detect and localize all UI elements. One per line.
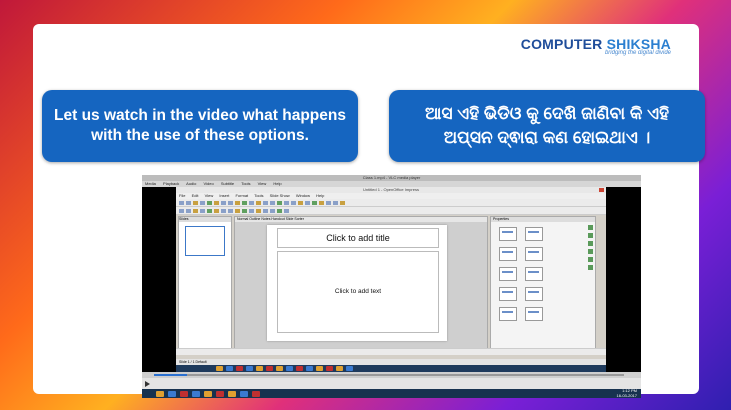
player-menu-item[interactable]: Subtitle — [221, 181, 234, 186]
close-icon — [599, 188, 604, 192]
standard-toolbar — [176, 199, 606, 207]
recorded-taskbar — [176, 365, 606, 372]
english-caption-bubble: Let us watch in the video what happens w… — [42, 90, 358, 162]
sidebar-icons — [588, 225, 594, 273]
title-placeholder: Click to add title — [277, 228, 439, 248]
slide-canvas: COMPUTER SHIKSHA bridging the digital di… — [33, 24, 705, 398]
layout-thumbnail — [525, 247, 543, 261]
app-menu-item: File — [179, 193, 186, 198]
app-title: Untitled 1 - OpenOffice Impress — [363, 187, 419, 192]
odia-caption-text: ଆସ ଏହି ଭିଡିଓ କୁ ଦେଖି ଜାଣିବା କି ଏହି ଅପ୍ସନ… — [424, 104, 669, 147]
layout-thumbnail — [525, 307, 543, 321]
player-menu-item[interactable]: Tools — [241, 181, 250, 186]
player-menu-item[interactable]: Help — [273, 181, 281, 186]
seek-track — [154, 374, 624, 376]
app-menu-item: Tools — [254, 193, 264, 198]
layout-thumbnail — [499, 267, 517, 281]
view-tabs: Normal Outline Notes Handout Slide Sorte… — [235, 217, 487, 222]
layout-thumbnail — [525, 227, 543, 241]
odia-caption-bubble: ଆସ ଏହି ଭିଡିଓ କୁ ଦେଖି ଜାଣିବା କି ଏହି ଅପ୍ସନ… — [389, 90, 705, 162]
drawing-toolbar — [176, 348, 606, 355]
app-menu-item: Slide Show — [269, 193, 290, 198]
player-menu-item[interactable]: View — [258, 181, 267, 186]
properties-pane: Properties — [490, 216, 596, 353]
app-menu-item: Edit — [191, 193, 199, 198]
layout-thumbnail — [525, 267, 543, 281]
clock: 1:12 PM 16-03-2017 — [616, 388, 637, 398]
play-icon[interactable] — [145, 381, 150, 387]
app-menu-item: Window — [295, 193, 311, 198]
slides-pane: Slides — [178, 216, 232, 353]
layout-thumbnail — [499, 287, 517, 301]
properties-header: Properties — [491, 217, 595, 222]
video-player[interactable]: Class 1.mp4 - VLC media player Media Pla… — [142, 175, 641, 389]
app-titlebar: Untitled 1 - OpenOffice Impress — [176, 187, 606, 193]
text-placeholder: Click to add text — [277, 251, 439, 333]
player-menu-item[interactable]: Playback — [163, 181, 179, 186]
app-menu-item: Insert — [219, 193, 230, 198]
clock-date: 16-03-2017 — [616, 392, 637, 398]
english-caption-text: Let us watch in the video what happens w… — [54, 107, 346, 144]
seek-progress — [154, 374, 187, 376]
player-controls — [142, 378, 641, 389]
slide-workspace: Normal Outline Notes Handout Slide Sorte… — [234, 216, 488, 353]
app-menu-item: Help — [316, 193, 325, 198]
impress-body: Slides Normal Outline Notes Handout Slid… — [176, 214, 606, 355]
slide-page: Click to add title Click to add text — [267, 225, 447, 341]
layout-thumbnail — [499, 247, 517, 261]
host-taskbar: 1:12 PM 16-03-2017 — [142, 388, 641, 398]
player-menu-item[interactable]: Audio — [186, 181, 196, 186]
slide-thumbnail — [185, 226, 225, 256]
app-menu-item: View — [204, 193, 214, 198]
layout-thumbnail — [499, 307, 517, 321]
player-menu-item[interactable]: Media — [145, 181, 156, 186]
slides-pane-header: Slides — [179, 217, 231, 222]
computer-shiksha-logo: COMPUTER SHIKSHA bridging the digital di… — [521, 36, 671, 56]
layout-thumbnail — [525, 287, 543, 301]
video-frame: Untitled 1 - OpenOffice Impress File Edi… — [176, 187, 606, 365]
player-menu-item[interactable]: Video — [204, 181, 214, 186]
app-menu-item: Format — [235, 193, 249, 198]
brand-name-part1: COMPUTER — [520, 36, 603, 52]
layout-thumbnail — [499, 227, 517, 241]
